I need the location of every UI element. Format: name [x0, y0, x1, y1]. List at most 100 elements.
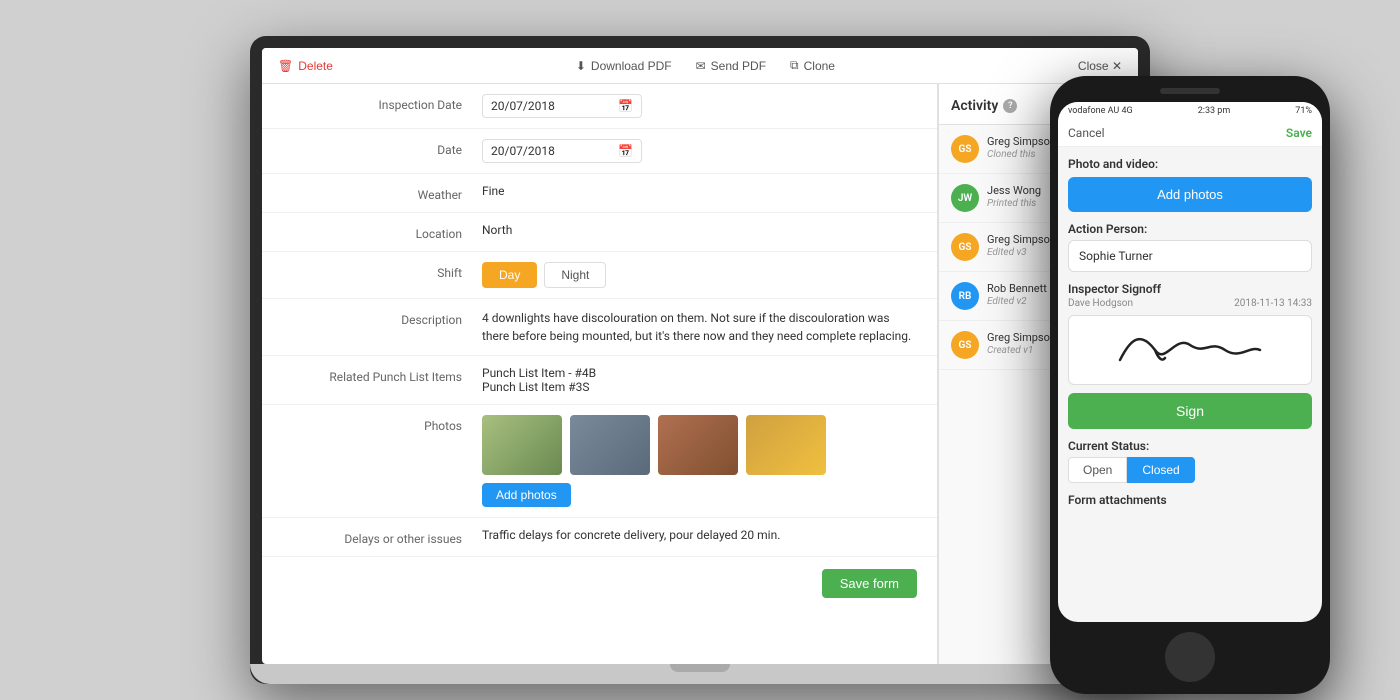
- activity-name-4: Rob Bennett: [987, 282, 1047, 295]
- shift-label: Shift: [282, 262, 482, 280]
- activity-content-2: Jess Wong Printed this: [987, 184, 1041, 209]
- photo-1[interactable]: [482, 415, 562, 475]
- activity-name-1: Greg Simpson: [987, 135, 1056, 148]
- phone-shell: vodafone AU 4G 2:33 pm 71% Cancel Save P…: [1050, 76, 1330, 694]
- main-layout: Inspection Date 20/07/2018 📅 Date: [262, 84, 1138, 664]
- activity-action-4: Edited v2: [987, 296, 1047, 307]
- clone-icon: ⧉: [790, 58, 799, 73]
- phone-speaker: [1160, 88, 1220, 94]
- avatar-gs-2: GS: [951, 233, 979, 261]
- phone-toolbar: Cancel Save: [1058, 120, 1322, 147]
- shift-day-button[interactable]: Day: [482, 262, 537, 288]
- avatar-gs-1: GS: [951, 135, 979, 163]
- location-label: Location: [282, 223, 482, 241]
- avatar-rb: RB: [951, 282, 979, 310]
- signoff-date: 2018-11-13 14:33: [1234, 298, 1312, 309]
- signoff-name: Dave Hodgson: [1068, 298, 1133, 309]
- description-row: Description 4 downlights have discoloura…: [262, 299, 937, 356]
- help-icon[interactable]: ?: [1003, 99, 1017, 113]
- avatar-gs-3: GS: [951, 331, 979, 359]
- phone-status-bar: vodafone AU 4G 2:33 pm 71%: [1058, 102, 1322, 120]
- weather-label: Weather: [282, 184, 482, 202]
- shift-value: Day Night: [482, 262, 917, 288]
- action-person-input[interactable]: Sophie Turner: [1068, 240, 1312, 272]
- send-icon: ✉: [696, 59, 706, 73]
- status-closed-button[interactable]: Closed: [1127, 457, 1194, 483]
- save-form-button[interactable]: Save form: [822, 569, 917, 598]
- activity-name-3: Greg Simpson: [987, 233, 1056, 246]
- related-item-1: Punch List Item - #4B: [482, 366, 917, 380]
- phone-cancel-button[interactable]: Cancel: [1068, 126, 1105, 140]
- send-pdf-button[interactable]: ✉ Send PDF: [696, 59, 766, 73]
- related-row: Related Punch List Items Punch List Item…: [262, 356, 937, 405]
- activity-content-5: Greg Simpson Created v1: [987, 331, 1056, 356]
- photo-section-title: Photo and video:: [1068, 157, 1312, 171]
- inspection-date-label: Inspection Date: [282, 94, 482, 112]
- delays-value: Traffic delays for concrete delivery, po…: [482, 528, 917, 542]
- inspector-signoff-label: Inspector Signoff: [1068, 282, 1312, 296]
- download-pdf-button[interactable]: ⬇ Download PDF: [576, 59, 672, 73]
- avatar-jw: JW: [951, 184, 979, 212]
- add-photos-button[interactable]: Add photos: [482, 483, 571, 507]
- description-value: 4 downlights have discolouration on them…: [482, 309, 917, 345]
- delays-row: Delays or other issues Traffic delays fo…: [262, 518, 937, 557]
- signature-svg: [1100, 320, 1280, 380]
- activity-action-3: Edited v3: [987, 247, 1056, 258]
- delete-button[interactable]: 🗑 Delete: [278, 59, 333, 73]
- related-label: Related Punch List Items: [282, 366, 482, 384]
- activity-action-1: Cloned this: [987, 149, 1056, 160]
- activity-content-3: Greg Simpson Edited v3: [987, 233, 1056, 258]
- status-open-button[interactable]: Open: [1068, 457, 1127, 483]
- download-icon: ⬇: [576, 59, 586, 73]
- shift-night-button[interactable]: Night: [544, 262, 606, 288]
- close-icon: ✕: [1112, 59, 1122, 73]
- photo-3[interactable]: [658, 415, 738, 475]
- activity-name-2: Jess Wong: [987, 184, 1041, 197]
- inspection-date-value: 20/07/2018 📅: [482, 94, 917, 118]
- photos-grid: [482, 415, 917, 475]
- form-area: Inspection Date 20/07/2018 📅 Date: [262, 84, 938, 664]
- close-button[interactable]: Close ✕: [1078, 59, 1122, 73]
- current-status-label: Current Status:: [1068, 439, 1312, 453]
- related-item-2: Punch List Item #3S: [482, 380, 917, 394]
- sign-button[interactable]: Sign: [1068, 393, 1312, 429]
- inspection-date-input[interactable]: 20/07/2018 📅: [482, 94, 642, 118]
- action-person-label: Action Person:: [1068, 222, 1312, 236]
- delays-label: Delays or other issues: [282, 528, 482, 546]
- form-attachments-label: Form attachments: [1068, 493, 1312, 507]
- current-status-row: Current Status: Open Closed: [1068, 439, 1312, 483]
- photos-row: Photos Add photos: [262, 405, 937, 518]
- inspection-date-row: Inspection Date 20/07/2018 📅: [262, 84, 937, 129]
- form-footer: Save form: [262, 557, 937, 610]
- weather-row: Weather Fine: [262, 174, 937, 213]
- phone-add-photos-button[interactable]: Add photos: [1068, 177, 1312, 212]
- activity-name-5: Greg Simpson: [987, 331, 1056, 344]
- activity-content-1: Greg Simpson Cloned this: [987, 135, 1056, 160]
- clone-button[interactable]: ⧉ Clone: [790, 58, 835, 73]
- phone-home-button[interactable]: [1165, 632, 1215, 682]
- photo-4[interactable]: [746, 415, 826, 475]
- trash-icon: 🗑: [278, 59, 293, 73]
- status-buttons: Open Closed: [1068, 457, 1312, 483]
- date-label: Date: [282, 139, 482, 157]
- battery-label: 71%: [1295, 106, 1312, 116]
- signoff-meta: Dave Hodgson 2018-11-13 14:33: [1068, 298, 1312, 309]
- activity-title: Activity: [951, 98, 998, 114]
- phone-content: Photo and video: Add photos Action Perso…: [1058, 147, 1322, 517]
- date-row: Date 20/07/2018 📅: [262, 129, 937, 174]
- phone-save-button[interactable]: Save: [1286, 126, 1312, 140]
- activity-content-4: Rob Bennett Edited v2: [987, 282, 1047, 307]
- signature-area[interactable]: [1068, 315, 1312, 385]
- photos-value: Add photos: [482, 415, 917, 507]
- phone-screen: vodafone AU 4G 2:33 pm 71% Cancel Save P…: [1058, 102, 1322, 622]
- activity-action-5: Created v1: [987, 345, 1056, 356]
- location-value: North: [482, 223, 917, 237]
- date-input[interactable]: 20/07/2018 📅: [482, 139, 642, 163]
- weather-value: Fine: [482, 184, 917, 198]
- shift-row: Shift Day Night: [262, 252, 937, 299]
- photo-2[interactable]: [570, 415, 650, 475]
- date-value: 20/07/2018 📅: [482, 139, 917, 163]
- location-row: Location North: [262, 213, 937, 252]
- calendar-icon-2: 📅: [618, 144, 633, 158]
- activity-action-2: Printed this: [987, 198, 1041, 209]
